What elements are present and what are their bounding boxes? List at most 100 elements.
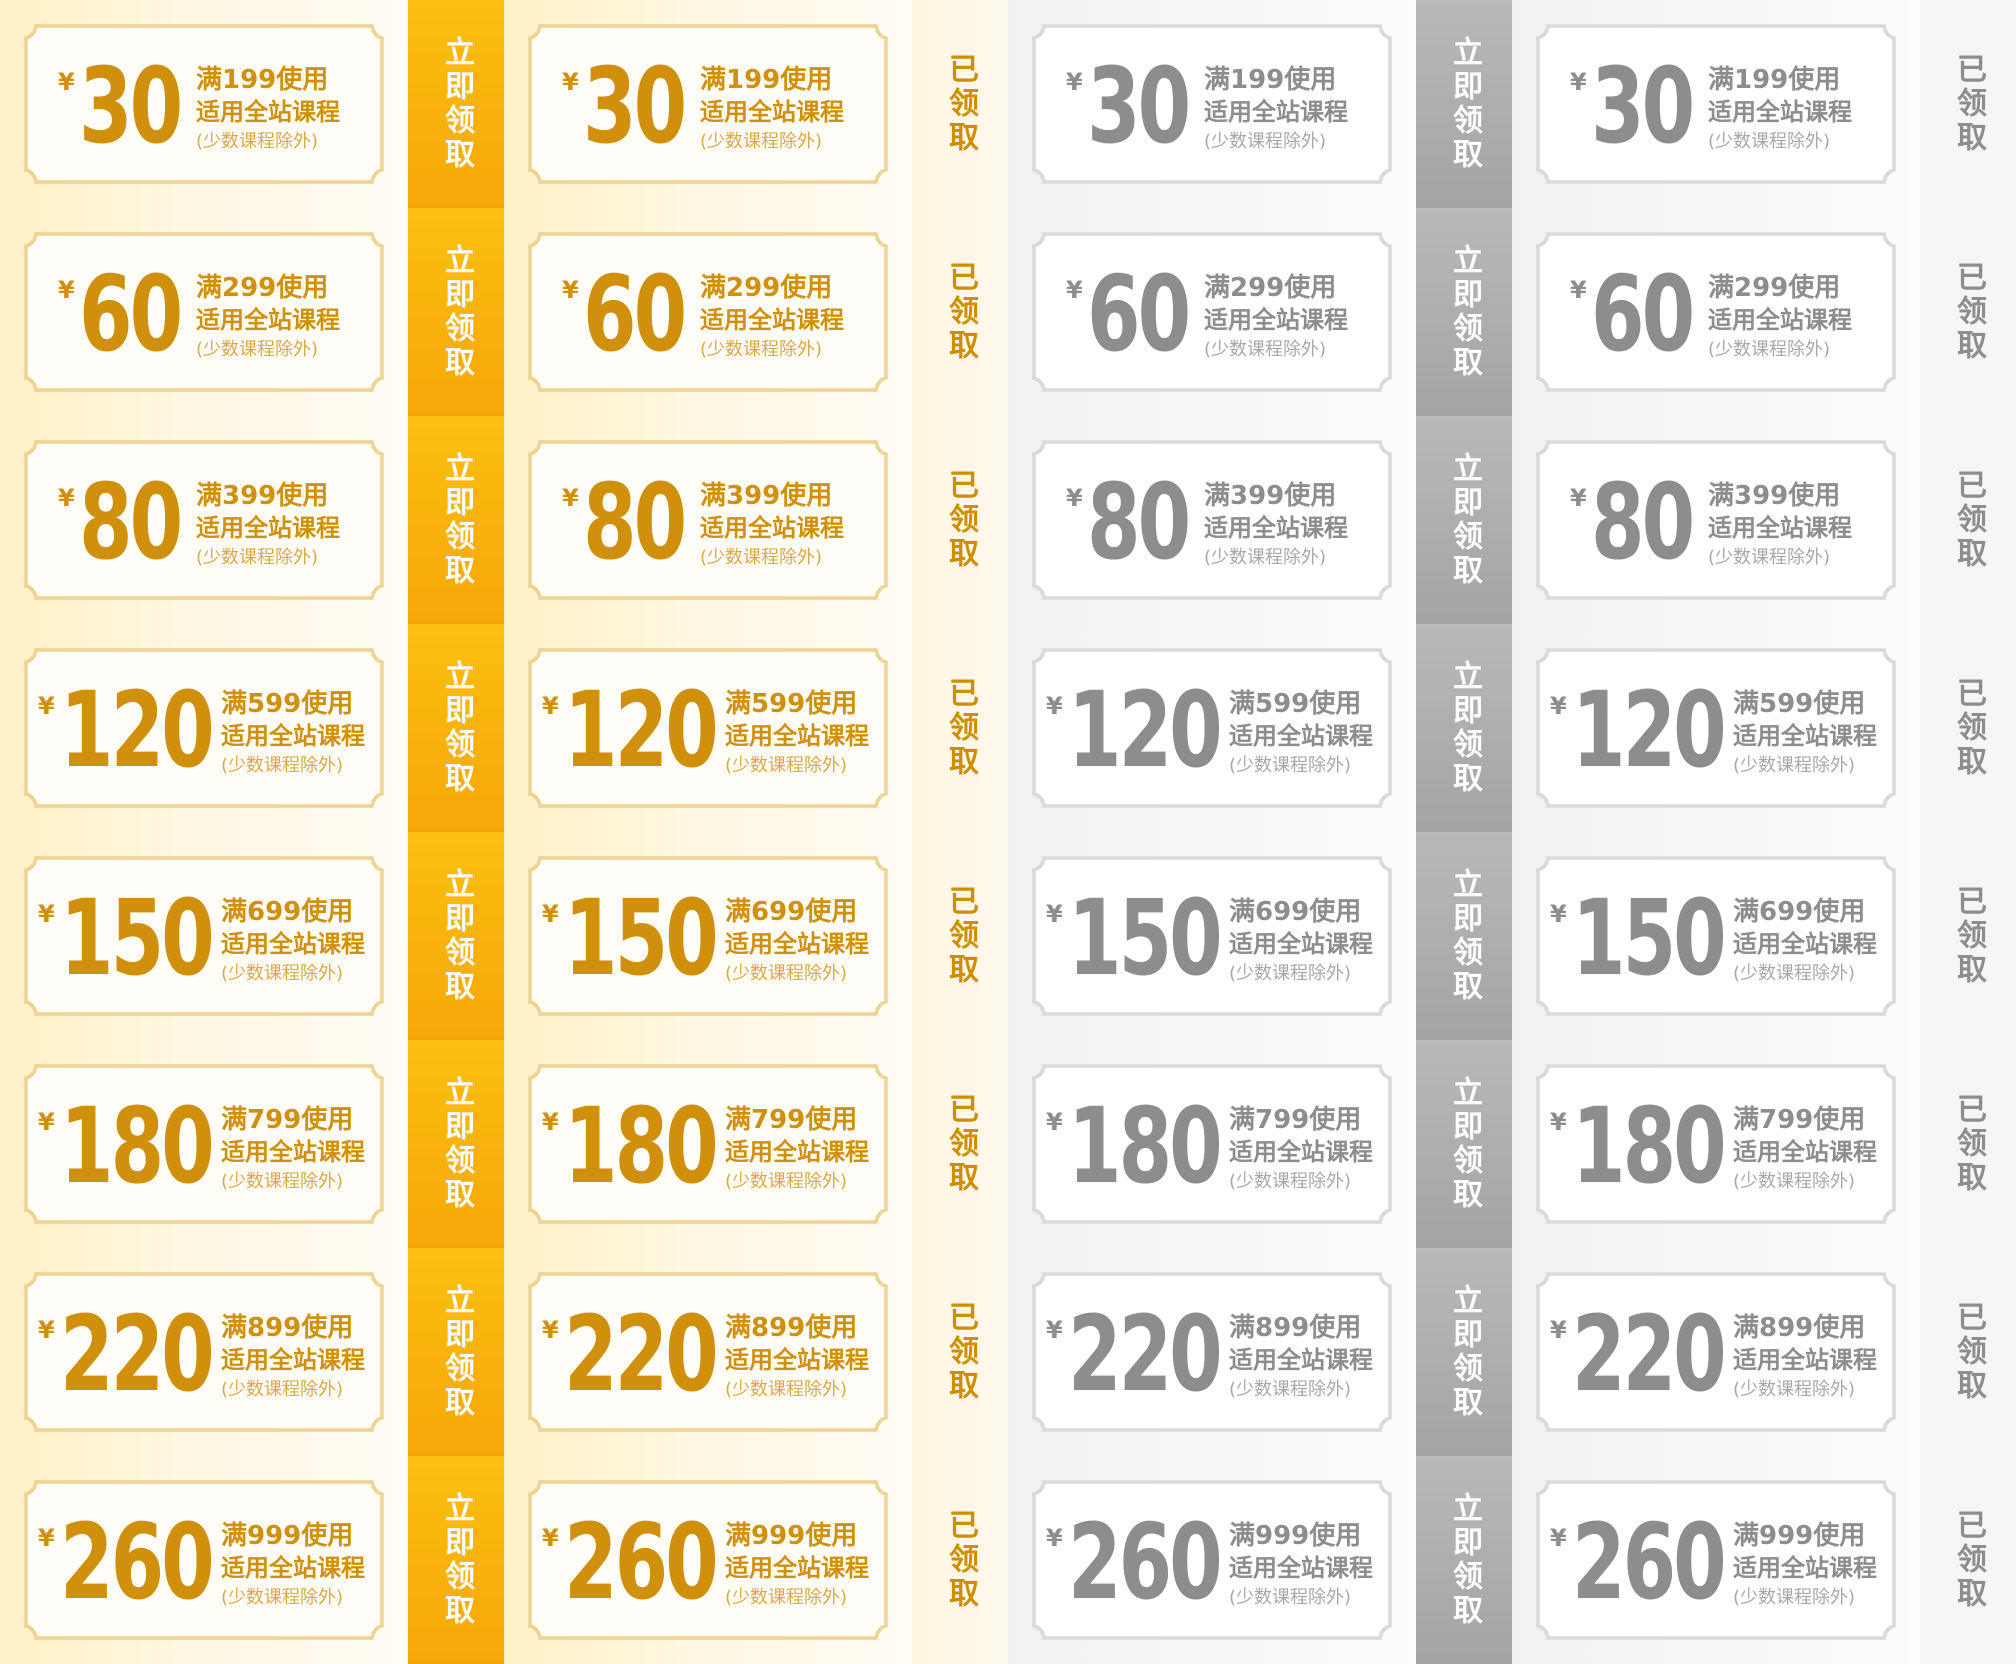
coupon-gray-claimed: ¥ 220 满899使用 适用全站课程 (少数课程除外) 已领取	[1512, 1248, 2016, 1456]
claimed-label: 已领取	[912, 416, 1008, 624]
claim-button[interactable]: 立即领取	[408, 624, 504, 832]
claim-button[interactable]: 立即领取	[408, 1456, 504, 1664]
coupon-gold-claimed: ¥ 180 满799使用 适用全站课程 (少数课程除外) 已领取	[504, 1040, 1008, 1248]
currency-symbol: ¥	[542, 1316, 559, 1344]
currency-symbol: ¥	[1550, 1108, 1567, 1136]
coupon-amount: 220	[60, 1293, 215, 1415]
coupon-amount: 120	[60, 669, 215, 791]
coupon-amount: 120	[1572, 669, 1727, 791]
coupon-gold-claimed: ¥ 220 满899使用 适用全站课程 (少数课程除外) 已领取	[504, 1248, 1008, 1456]
coupon-amount: 80	[79, 461, 183, 583]
claimed-label: 已领取	[1920, 832, 2016, 1040]
coupon-scope: 适用全站课程	[1204, 306, 1348, 334]
coupon-card: ¥ 180 满799使用 适用全站课程 (少数课程除外)	[504, 1040, 912, 1248]
coupon-condition: 满999使用	[1733, 1521, 1866, 1551]
coupon-condition: 满699使用	[1229, 897, 1362, 927]
claim-button[interactable]: 立即领取	[1416, 208, 1512, 416]
coupon-condition: 满899使用	[725, 1313, 858, 1343]
coupon-exclusion-note: (少数课程除外)	[1204, 339, 1327, 360]
coupon-scope: 适用全站课程	[221, 722, 365, 750]
coupon-exclusion-note: (少数课程除外)	[196, 547, 319, 568]
claim-button[interactable]: 立即领取	[1416, 1456, 1512, 1664]
coupon-exclusion-note: (少数课程除外)	[196, 131, 319, 152]
coupon-card: ¥ 80 满399使用 适用全站课程 (少数课程除外)	[1512, 416, 1920, 624]
coupon-text-block: 满399使用 适用全站课程 (少数课程除外)	[196, 480, 340, 571]
claimed-label: 已领取	[1920, 416, 2016, 624]
coupon-amount: 80	[583, 461, 687, 583]
coupon-exclusion-note: (少数课程除外)	[1229, 1171, 1352, 1192]
claimed-label: 已领取	[1920, 208, 2016, 416]
claimed-label: 已领取	[1920, 1040, 2016, 1248]
coupon-frame: ¥ 30 满199使用 适用全站课程 (少数课程除外)	[1032, 24, 1392, 184]
coupon-gold-claimed: ¥ 150 满699使用 适用全站课程 (少数课程除外) 已领取	[504, 832, 1008, 1040]
coupon-exclusion-note: (少数课程除外)	[221, 963, 344, 984]
coupon-exclusion-note: (少数课程除外)	[1204, 547, 1327, 568]
claim-button[interactable]: 立即领取	[408, 1040, 504, 1248]
coupon-condition: 满299使用	[1708, 273, 1841, 303]
currency-symbol: ¥	[38, 1524, 55, 1552]
currency-symbol: ¥	[1570, 484, 1587, 512]
coupon-scope: 适用全站课程	[1733, 1138, 1877, 1166]
coupon-exclusion-note: (少数课程除外)	[725, 1587, 848, 1608]
claim-button[interactable]: 立即领取	[1416, 416, 1512, 624]
coupon-text-block: 满399使用 适用全站课程 (少数课程除外)	[1708, 480, 1852, 571]
coupon-amount: 120	[564, 669, 719, 791]
coupon-amount: 60	[1087, 253, 1191, 375]
coupon-scope: 适用全站课程	[1229, 722, 1373, 750]
coupon-card: ¥ 220 满899使用 适用全站课程 (少数课程除外)	[1008, 1248, 1416, 1456]
claim-button[interactable]: 立即领取	[408, 208, 504, 416]
coupon-card: ¥ 260 满999使用 适用全站课程 (少数课程除外)	[0, 1456, 408, 1664]
coupon-condition: 满199使用	[1708, 65, 1841, 95]
coupon-gold-claim: ¥ 30 满199使用 适用全站课程 (少数课程除外) 立即领取	[0, 0, 504, 208]
coupon-frame: ¥ 180 满799使用 适用全站课程 (少数课程除外)	[528, 1064, 888, 1224]
currency-symbol: ¥	[58, 68, 75, 96]
currency-symbol: ¥	[38, 692, 55, 720]
coupon-scope: 适用全站课程	[1229, 1138, 1373, 1166]
coupon-card: ¥ 150 满699使用 适用全站课程 (少数课程除外)	[1512, 832, 1920, 1040]
claim-button[interactable]: 立即领取	[1416, 1248, 1512, 1456]
coupon-exclusion-note: (少数课程除外)	[725, 963, 848, 984]
currency-symbol: ¥	[562, 484, 579, 512]
claim-button[interactable]: 立即领取	[408, 416, 504, 624]
coupon-gray-claimed: ¥ 30 满199使用 适用全站课程 (少数课程除外) 已领取	[1512, 0, 2016, 208]
coupon-card: ¥ 80 满399使用 适用全站课程 (少数课程除外)	[0, 416, 408, 624]
coupon-condition: 满799使用	[221, 1105, 354, 1135]
coupon-text-block: 满999使用 适用全站课程 (少数课程除外)	[221, 1520, 365, 1611]
claim-button[interactable]: 立即领取	[408, 1248, 504, 1456]
coupon-gray-claim: ¥ 220 满899使用 适用全站课程 (少数课程除外) 立即领取	[1008, 1248, 1512, 1456]
coupon-exclusion-note: (少数课程除外)	[725, 1379, 848, 1400]
coupon-amount: 220	[1572, 1293, 1727, 1415]
currency-symbol: ¥	[38, 1108, 55, 1136]
claim-button[interactable]: 立即领取	[1416, 624, 1512, 832]
claim-button[interactable]: 立即领取	[1416, 1040, 1512, 1248]
claimed-label: 已领取	[1920, 1248, 2016, 1456]
currency-symbol: ¥	[562, 276, 579, 304]
coupon-card: ¥ 80 满399使用 适用全站课程 (少数课程除外)	[1008, 416, 1416, 624]
coupon-amount: 80	[1591, 461, 1695, 583]
claim-button[interactable]: 立即领取	[1416, 0, 1512, 208]
coupon-scope: 适用全站课程	[1733, 722, 1877, 750]
claim-button[interactable]: 立即领取	[408, 0, 504, 208]
coupon-amount: 260	[1068, 1501, 1223, 1623]
claimed-label: 已领取	[912, 0, 1008, 208]
coupon-condition: 满799使用	[1733, 1105, 1866, 1135]
coupon-amount: 260	[1572, 1501, 1727, 1623]
coupon-text-block: 满299使用 适用全站课程 (少数课程除外)	[1204, 272, 1348, 363]
coupon-exclusion-note: (少数课程除外)	[1733, 1587, 1856, 1608]
coupon-exclusion-note: (少数课程除外)	[1229, 1379, 1352, 1400]
coupon-text-block: 满599使用 适用全站课程 (少数课程除外)	[221, 688, 365, 779]
coupon-condition: 满999使用	[1229, 1521, 1362, 1551]
coupon-condition: 满399使用	[1708, 481, 1841, 511]
coupon-amount: 60	[583, 253, 687, 375]
coupon-grid: ¥ 30 满199使用 适用全站课程 (少数课程除外) 立即领取 ¥ 30 满1…	[0, 0, 2016, 1664]
coupon-amount: 60	[1591, 253, 1695, 375]
claim-button[interactable]: 立即领取	[408, 832, 504, 1040]
coupon-amount: 150	[1572, 877, 1727, 999]
claimed-label: 已领取	[1920, 624, 2016, 832]
coupon-card: ¥ 150 满699使用 适用全站课程 (少数课程除外)	[0, 832, 408, 1040]
claim-button[interactable]: 立即领取	[1416, 832, 1512, 1040]
coupon-gold-claimed: ¥ 260 满999使用 适用全站课程 (少数课程除外) 已领取	[504, 1456, 1008, 1664]
coupon-text-block: 满599使用 适用全站课程 (少数课程除外)	[725, 688, 869, 779]
currency-symbol: ¥	[542, 692, 559, 720]
claimed-label: 已领取	[912, 624, 1008, 832]
